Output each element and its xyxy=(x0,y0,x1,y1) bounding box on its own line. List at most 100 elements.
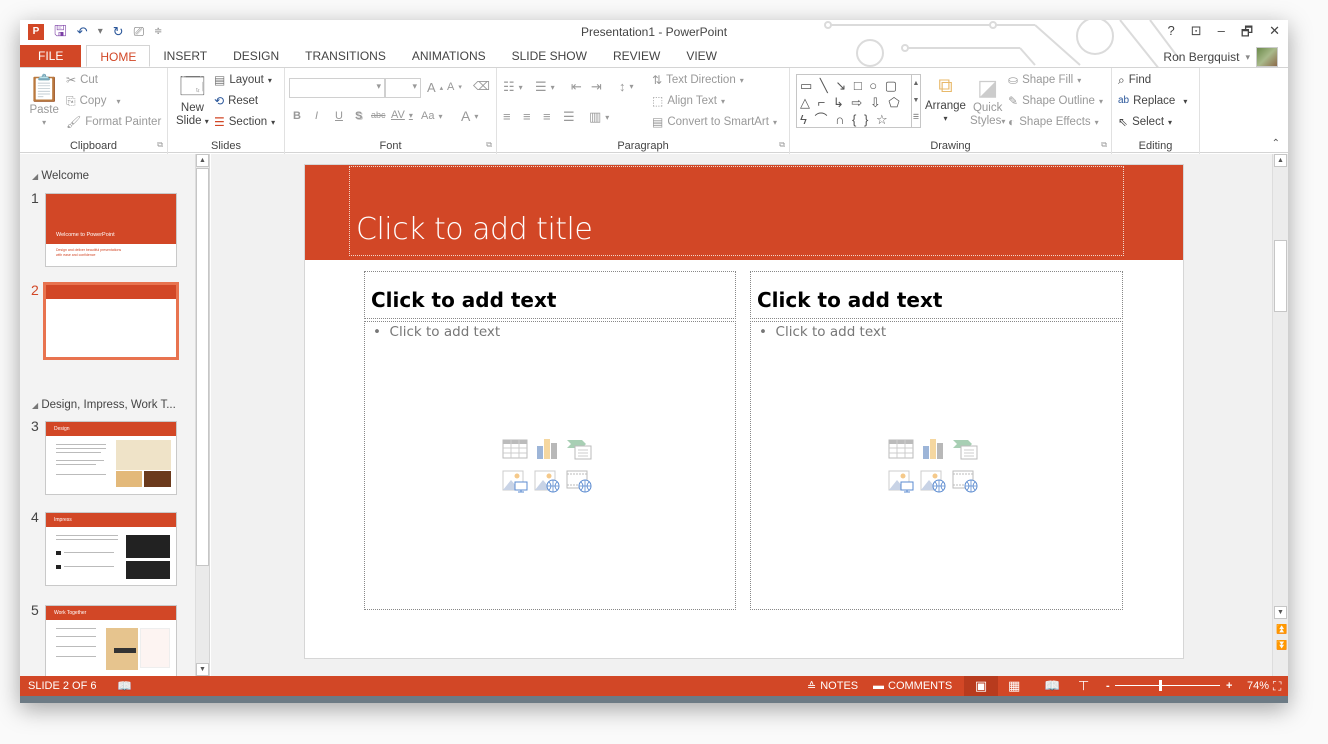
tab-animations[interactable]: ANIMATIONS xyxy=(399,45,499,67)
insert-table-icon[interactable] xyxy=(888,437,914,461)
title-placeholder[interactable]: Click to add title xyxy=(349,166,1124,256)
chevron-down-icon[interactable]: ▼ xyxy=(912,92,920,109)
dialog-launcher-icon[interactable]: ⧉ xyxy=(1101,140,1107,150)
shapes-row[interactable]: ▭ ╲ ↘ □ ○ ▢ xyxy=(800,77,908,94)
section-button[interactable]: ☰ Section ▾ xyxy=(214,116,275,128)
convert-smartart-button[interactable]: ▤ Convert to SmartArt ▾ xyxy=(652,116,777,128)
grow-font-button[interactable]: A ▴ xyxy=(427,80,443,95)
paste-button[interactable]: 📋 Paste ▾ xyxy=(28,74,60,127)
scroll-down-icon[interactable]: ▼ xyxy=(1274,606,1287,619)
insert-pictures-icon[interactable] xyxy=(888,469,914,493)
scroll-up-icon[interactable]: ▲ xyxy=(196,154,209,167)
zoom-slider[interactable] xyxy=(1115,680,1220,691)
tab-review[interactable]: REVIEW xyxy=(600,45,673,67)
editor-scrollbar[interactable]: ▲ ▼ ⏫ ⏬ xyxy=(1272,154,1288,676)
cut-button[interactable]: ✂ Cut xyxy=(66,74,98,86)
font-name-combo[interactable] xyxy=(289,78,385,98)
reset-button[interactable]: ⟲ Reset xyxy=(214,95,258,107)
align-text-button[interactable]: ⬚ Align Text ▾ xyxy=(652,95,725,107)
dialog-launcher-icon[interactable]: ⧉ xyxy=(779,140,785,150)
insert-video-icon[interactable] xyxy=(952,469,978,493)
fit-slide-icon[interactable]: ⛶ xyxy=(1273,679,1281,694)
shape-fill-button[interactable]: ⛀ Shape Fill ▾ xyxy=(1008,74,1081,86)
right-content-placeholder[interactable]: • Click to add text xyxy=(750,321,1123,610)
slide-thumbnail-3[interactable]: Design xyxy=(45,421,177,495)
user-account[interactable]: Ron Bergquist ▾ xyxy=(1163,47,1278,67)
increase-indent-button[interactable]: ⇥ xyxy=(591,79,602,95)
bold-button[interactable]: B xyxy=(293,110,301,122)
insert-table-icon[interactable] xyxy=(502,437,528,461)
layout-button[interactable]: ▤ Layout ▾ xyxy=(214,74,272,86)
zoom-percent[interactable]: 74% xyxy=(1247,680,1269,692)
insert-pictures-icon[interactable] xyxy=(502,469,528,493)
font-color-button[interactable]: A ▾ xyxy=(461,108,478,124)
tab-home[interactable]: HOME xyxy=(86,45,151,67)
bullets-button[interactable]: ☷ ▾ xyxy=(503,79,523,95)
right-heading-placeholder[interactable]: Click to add text xyxy=(750,271,1123,319)
quick-styles-button[interactable]: ◪ Quick Styles▾ xyxy=(970,74,1005,128)
align-left-button[interactable]: ≡ xyxy=(503,109,511,124)
justify-button[interactable]: ☰ xyxy=(563,109,575,125)
insert-chart-icon[interactable] xyxy=(534,437,560,461)
font-size-combo[interactable] xyxy=(385,78,421,98)
chevron-up-icon[interactable]: ▲ xyxy=(912,75,920,92)
more-icon[interactable]: ☰ xyxy=(912,109,920,126)
slide-thumbnail-4[interactable]: Impress xyxy=(45,512,177,586)
slide-show-button[interactable]: ⊤ xyxy=(1078,678,1089,694)
tab-transitions[interactable]: TRANSITIONS xyxy=(292,45,399,67)
section-header-welcome[interactable]: ◢ Welcome xyxy=(32,170,89,182)
tab-file[interactable]: FILE xyxy=(20,45,82,67)
shadow-button[interactable]: S xyxy=(355,110,362,122)
insert-video-icon[interactable] xyxy=(566,469,592,493)
reading-view-button[interactable]: 📖 xyxy=(1044,678,1060,694)
underline-button[interactable]: U xyxy=(335,110,343,122)
collapse-triangle-icon[interactable]: ◢ xyxy=(32,401,38,410)
shapes-row[interactable]: △ ⌐ ↳ ⇨ ⇩ ⬠ xyxy=(800,94,908,111)
dialog-launcher-icon[interactable]: ⧉ xyxy=(486,140,492,150)
slide-canvas[interactable]: Click to add title Click to add text • C… xyxy=(304,164,1184,659)
zoom-slider-knob[interactable] xyxy=(1159,680,1162,691)
insert-chart-icon[interactable] xyxy=(920,437,946,461)
replace-button[interactable]: ab Replace ▾ xyxy=(1118,95,1187,107)
scroll-down-icon[interactable]: ▼ xyxy=(196,663,209,676)
italic-button[interactable]: I xyxy=(315,110,318,122)
find-button[interactable]: ⌕ Find xyxy=(1118,74,1151,86)
collapse-ribbon-icon[interactable]: ⌃ xyxy=(1272,138,1280,149)
format-painter-button[interactable]: 🖌 Format Painter xyxy=(66,116,161,128)
minimize-icon[interactable]: – xyxy=(1218,23,1225,45)
scrollbar-thumb[interactable] xyxy=(196,168,209,566)
copy-button[interactable]: ⎘ Copy ▾ xyxy=(66,95,120,107)
tab-insert[interactable]: INSERT xyxy=(150,45,220,67)
thumbnail-scrollbar[interactable]: ▲ ▼ xyxy=(195,154,209,676)
shapes-row[interactable]: ϟ ⌒ ∩ { } ☆ xyxy=(800,111,908,128)
slide-thumbnail-5[interactable]: Work Together xyxy=(45,605,177,676)
shapes-gallery[interactable]: ▭ ╲ ↘ □ ○ ▢ △ ⌐ ↳ ⇨ ⇩ ⬠ ϟ ⌒ ∩ { } ☆ xyxy=(796,74,912,128)
select-button[interactable]: ⇖ Select ▾ xyxy=(1118,116,1172,128)
slide-sorter-button[interactable]: ▦ xyxy=(1008,678,1020,694)
clear-formatting-button[interactable]: ⌫ xyxy=(473,80,490,92)
left-content-placeholder[interactable]: • Click to add text xyxy=(364,321,736,610)
character-spacing-button[interactable]: AV ▾ xyxy=(391,109,413,121)
tab-design[interactable]: DESIGN xyxy=(220,45,292,67)
new-slide-button[interactable]: 🗔 New Slide ▾ xyxy=(176,72,209,128)
normal-view-button[interactable]: ▣ xyxy=(964,676,998,696)
columns-button[interactable]: ▥ ▾ xyxy=(589,109,609,125)
text-direction-button[interactable]: ⇅ Text Direction ▾ xyxy=(652,74,744,86)
section-header-design[interactable]: ◢ Design, Impress, Work T... xyxy=(32,399,176,411)
insert-smartart-icon[interactable] xyxy=(952,437,978,461)
zoom-out-button[interactable]: - xyxy=(1106,680,1110,692)
tab-slide-show[interactable]: SLIDE SHOW xyxy=(499,45,600,67)
scroll-up-icon[interactable]: ▲ xyxy=(1274,154,1287,167)
line-spacing-button[interactable]: ↕ ▾ xyxy=(619,79,634,94)
decrease-indent-button[interactable]: ⇤ xyxy=(571,79,582,95)
insert-smartart-icon[interactable] xyxy=(566,437,592,461)
restore-icon[interactable]: 🗗 xyxy=(1241,23,1253,45)
scrollbar-thumb[interactable] xyxy=(1274,240,1287,312)
spell-check-icon[interactable]: 📖 xyxy=(117,679,132,693)
previous-slide-icon[interactable]: ⏫ xyxy=(1276,624,1287,635)
shapes-gallery-scroll[interactable]: ▲ ▼ ☰ xyxy=(911,74,921,128)
slide-thumbnail-2[interactable] xyxy=(43,282,179,360)
tab-view[interactable]: VIEW xyxy=(673,45,730,67)
avatar[interactable] xyxy=(1256,47,1278,67)
online-pictures-icon[interactable] xyxy=(920,469,946,493)
